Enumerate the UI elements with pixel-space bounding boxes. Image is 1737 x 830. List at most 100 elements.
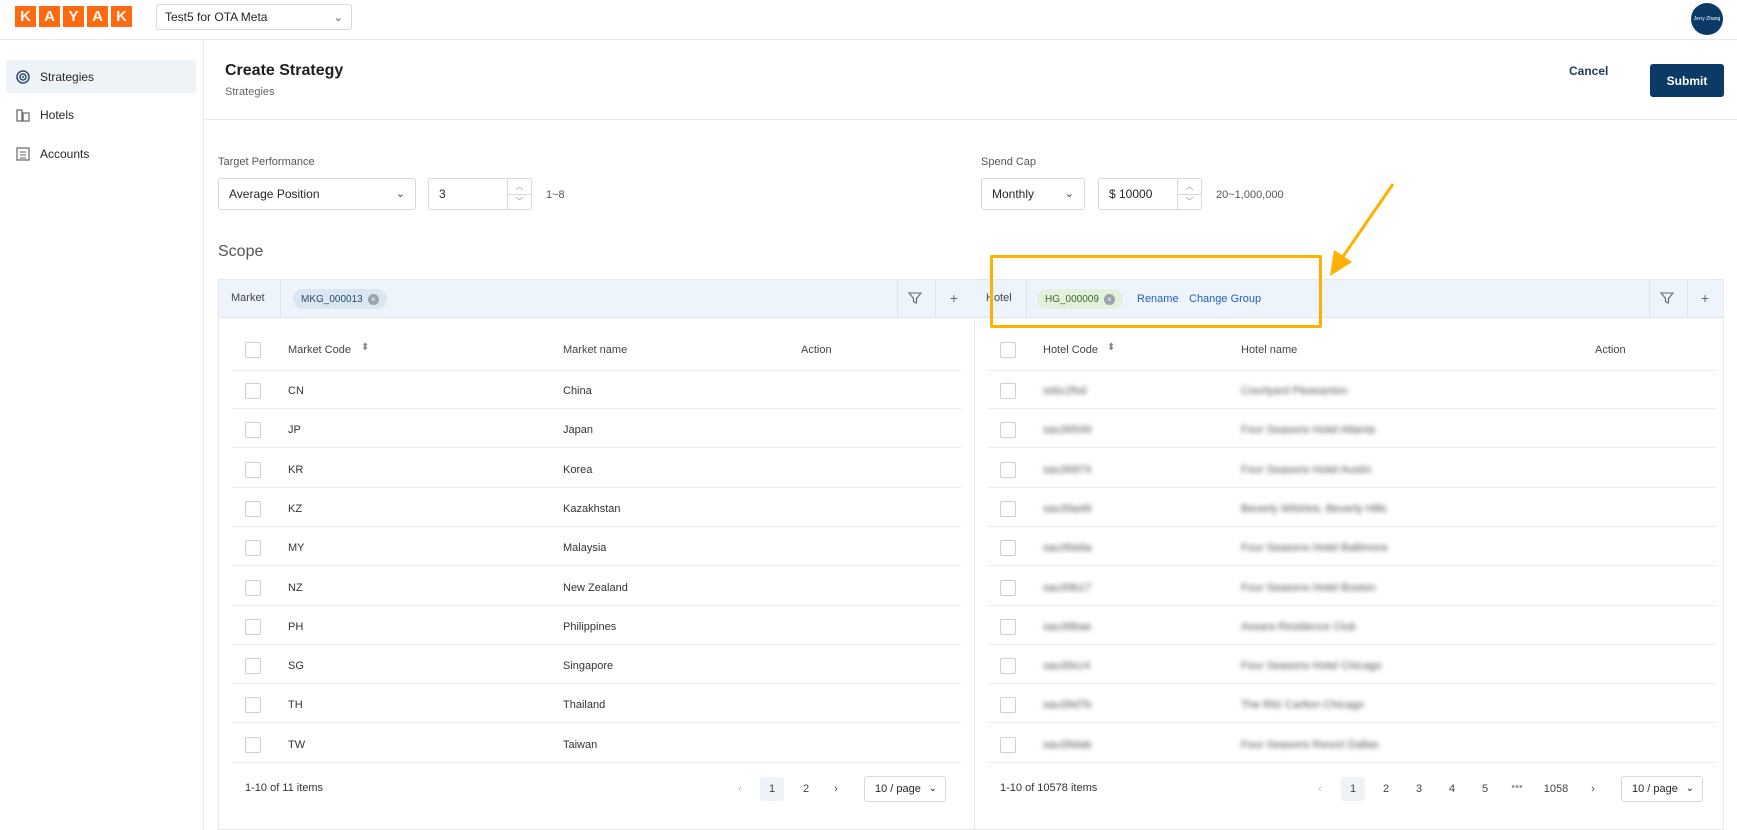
select-all-hotels-checkbox[interactable] — [1000, 342, 1016, 358]
annotation-arrow-icon — [1330, 183, 1395, 276]
hotel-page-5[interactable]: 5 — [1473, 777, 1497, 801]
market-code-cell: CN — [288, 385, 304, 397]
divider — [988, 525, 1716, 527]
row-checkbox[interactable] — [1000, 383, 1016, 399]
row-checkbox[interactable] — [245, 540, 261, 557]
plus-icon[interactable]: + — [946, 290, 962, 306]
target-value-stepper[interactable]: 3 ︿ ﹀ — [428, 178, 532, 210]
hotel-name-cell: Courtyard Pleasanton — [1241, 385, 1348, 397]
row-checkbox[interactable] — [1000, 540, 1016, 557]
select-all-markets-checkbox[interactable] — [245, 342, 261, 358]
row-checkbox[interactable] — [1000, 658, 1016, 675]
sidebar-item-label: Hotels — [40, 107, 75, 122]
chevron-up-icon[interactable]: ︿ — [508, 179, 531, 195]
sort-icon[interactable]: ⬍ — [361, 342, 369, 353]
divider — [232, 761, 961, 763]
account-select[interactable]: Test5 for OTA Meta ⌄ — [156, 4, 352, 30]
hotel-page-1[interactable]: 1 — [1341, 777, 1365, 801]
stepper-controls[interactable]: ︿ ﹀ — [507, 179, 531, 209]
divider — [988, 604, 1716, 606]
divider — [988, 447, 1716, 449]
chevron-up-icon[interactable]: ︿ — [1178, 179, 1201, 195]
column-header-market-code[interactable]: Market Code — [288, 344, 351, 356]
market-name-cell: Japan — [563, 424, 593, 437]
divider — [897, 280, 898, 318]
sidebar-item-label: Accounts — [40, 146, 90, 161]
row-checkbox[interactable] — [245, 618, 261, 635]
chevron-left-icon[interactable]: ‹ — [732, 777, 748, 801]
market-code-cell: TW — [288, 738, 306, 751]
market-group-tag[interactable]: MKG_000013 × — [293, 289, 387, 309]
market-page-1[interactable]: 1 — [760, 777, 784, 801]
row-checkbox[interactable] — [245, 461, 261, 478]
sidebar: Strategies Hotels Accounts — [0, 40, 204, 830]
hotel-page-size-select[interactable]: 10 / page ⌄ — [1621, 776, 1703, 802]
row-checkbox[interactable] — [245, 658, 261, 675]
chevron-down-icon[interactable]: ﹀ — [508, 195, 531, 210]
avatar-text: Jerry Zhang — [1693, 16, 1721, 22]
row-checkbox[interactable] — [245, 736, 261, 753]
filter-icon[interactable] — [907, 290, 923, 306]
column-header-hotel-code[interactable]: Hotel Code — [1043, 344, 1098, 356]
divider — [1687, 280, 1688, 318]
chevron-left-icon[interactable]: ‹ — [1312, 777, 1328, 801]
hotel-code-cell: sau39bae — [1043, 620, 1092, 633]
row-checkbox[interactable] — [245, 383, 261, 399]
target-metric-select[interactable]: Average Position ⌄ — [218, 178, 416, 210]
spend-value-stepper[interactable]: $ 10000 ︿ ﹀ — [1098, 178, 1202, 210]
hotel-name-cell: Four Seasons Hotel Austin — [1241, 463, 1372, 476]
row-checkbox[interactable] — [245, 579, 261, 596]
chevron-right-icon[interactable]: › — [828, 777, 844, 801]
divider — [988, 761, 1716, 763]
row-checkbox[interactable] — [1000, 736, 1016, 753]
cancel-button[interactable]: Cancel — [1569, 64, 1608, 78]
row-checkbox[interactable] — [245, 500, 261, 517]
row-checkbox[interactable] — [1000, 618, 1016, 635]
chevron-down-icon[interactable]: ﹀ — [1178, 195, 1201, 210]
hotel-page-4[interactable]: 4 — [1440, 777, 1464, 801]
row-checkbox[interactable] — [245, 422, 261, 439]
market-page-2[interactable]: 2 — [794, 777, 818, 801]
row-checkbox[interactable] — [245, 697, 261, 714]
stepper-controls[interactable]: ︿ ﹀ — [1177, 179, 1201, 209]
row-checkbox[interactable] — [1000, 579, 1016, 596]
kayak-logo[interactable]: K A Y A K — [15, 6, 132, 27]
pagination-ellipsis[interactable]: ••• — [1505, 775, 1529, 799]
page-title: Create Strategy — [225, 62, 344, 79]
chevron-down-icon: ⌄ — [1064, 188, 1074, 200]
page-header: Create Strategy Strategies Cancel Submit — [205, 40, 1737, 120]
market-code-cell: NZ — [288, 581, 303, 594]
filter-icon[interactable] — [1659, 290, 1675, 306]
sidebar-item-label: Strategies — [40, 69, 95, 84]
hotel-name-cell: Assara Residence Club — [1241, 620, 1356, 633]
market-code-cell: PH — [288, 620, 304, 633]
spend-period-select[interactable]: Monthly ⌄ — [981, 178, 1085, 210]
hotel-page-2[interactable]: 2 — [1374, 777, 1398, 801]
hotel-page-last[interactable]: 1058 — [1538, 777, 1574, 801]
breadcrumb[interactable]: Strategies — [225, 86, 275, 98]
spend-period-value: Monthly — [992, 187, 1035, 201]
avatar[interactable]: Jerry Zhang — [1691, 3, 1723, 35]
sidebar-item-hotels[interactable]: Hotels — [6, 98, 196, 131]
row-checkbox[interactable] — [1000, 500, 1016, 517]
divider — [232, 565, 961, 567]
row-checkbox[interactable] — [1000, 697, 1016, 714]
hotel-page-3[interactable]: 3 — [1407, 777, 1431, 801]
market-page-size-select[interactable]: 10 / page ⌄ — [864, 776, 946, 802]
hotel-name-cell: Four Seasons Hotel Baltimore — [1241, 542, 1388, 555]
logo-letter: Y — [63, 6, 84, 27]
divider — [232, 643, 961, 645]
chevron-down-icon: ⌄ — [928, 783, 937, 794]
submit-button[interactable]: Submit — [1650, 64, 1724, 97]
plus-icon[interactable]: + — [1697, 290, 1713, 306]
row-checkbox[interactable] — [1000, 422, 1016, 439]
market-name-cell: Korea — [563, 463, 593, 476]
sidebar-item-accounts[interactable]: Accounts — [6, 137, 196, 170]
market-code-cell: SG — [288, 660, 304, 673]
market-name-cell: Malaysia — [563, 542, 607, 555]
chevron-right-icon[interactable]: › — [1585, 777, 1601, 801]
close-icon[interactable]: × — [367, 293, 379, 305]
sidebar-item-strategies[interactable]: Strategies — [6, 60, 196, 93]
sort-icon[interactable]: ⬍ — [1107, 342, 1115, 353]
row-checkbox[interactable] — [1000, 461, 1016, 478]
